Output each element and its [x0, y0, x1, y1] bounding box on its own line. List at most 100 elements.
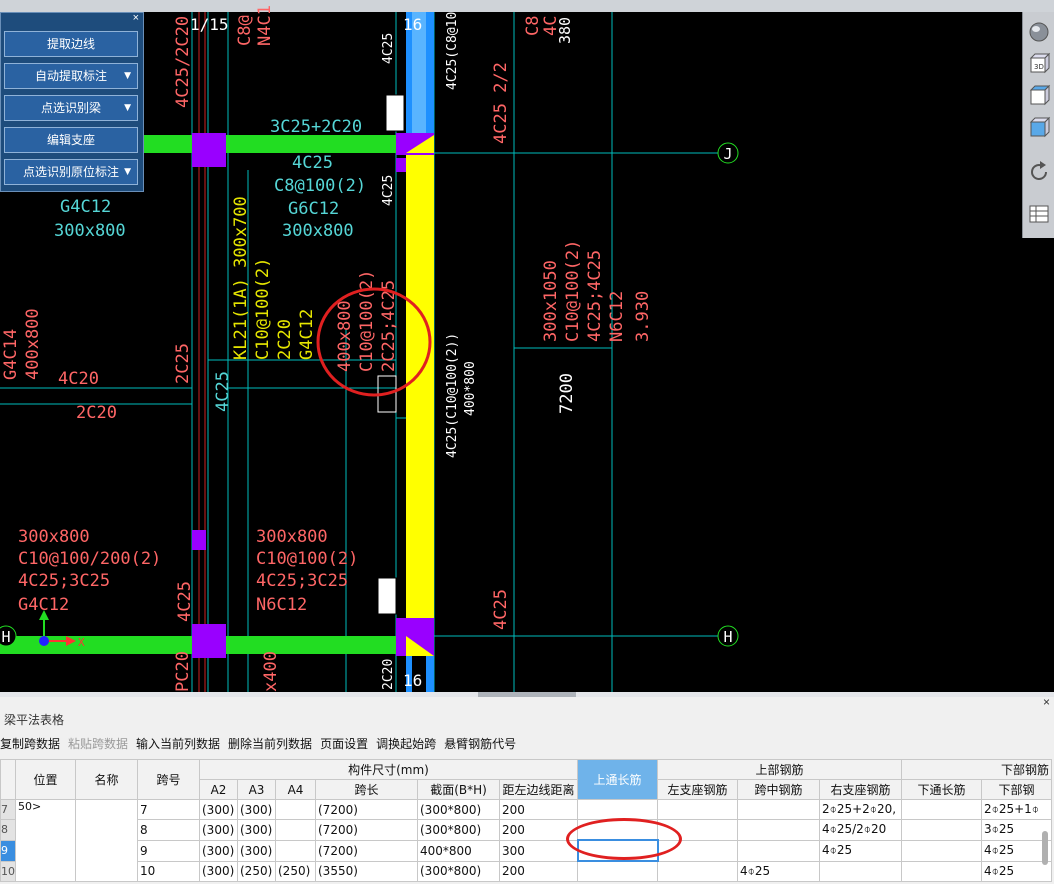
table-cell[interactable]: (300) — [199, 839, 238, 862]
cube-top-icon[interactable] — [1027, 84, 1051, 108]
auto-extract-annotation-button[interactable]: 自动提取标注 ▼ — [4, 63, 138, 89]
table-scrollbar[interactable] — [1040, 829, 1050, 884]
table-cell[interactable] — [901, 860, 982, 882]
column-header[interactable]: 跨中钢筋 — [737, 779, 820, 800]
table-cell[interactable]: 4⌽25 — [819, 839, 902, 862]
column-header[interactable]: A2 — [199, 779, 238, 800]
top-through-edit-cell[interactable] — [576, 839, 659, 862]
table-cell[interactable] — [737, 839, 820, 862]
axis-bubble-h-right[interactable]: H — [717, 625, 739, 647]
table-cell[interactable]: 2⌽25+2⌽20, — [819, 799, 902, 820]
column-magenta[interactable] — [192, 530, 206, 550]
table-cell[interactable] — [657, 839, 738, 862]
table-cell[interactable]: 400*800 — [417, 839, 500, 862]
table-cell[interactable]: 200 — [499, 819, 578, 841]
column-header[interactable]: 跨长 — [315, 779, 418, 800]
table-cell[interactable]: 4⌽25 — [737, 860, 820, 882]
row-index[interactable]: 7 — [0, 799, 16, 820]
table-cell[interactable]: (300) — [237, 799, 276, 820]
rotate-icon[interactable] — [1027, 160, 1051, 184]
dropdown-arrow-icon[interactable]: ▼ — [124, 96, 131, 120]
extract-edge-button[interactable]: 提取边线 — [4, 31, 138, 57]
table-cell[interactable] — [901, 819, 982, 841]
table-cell[interactable]: 10 — [137, 860, 200, 882]
selected-beam-yellow[interactable] — [406, 153, 434, 636]
table-cell[interactable]: 300 — [499, 839, 578, 862]
table-cell[interactable]: (7200) — [315, 819, 418, 841]
table-cell[interactable] — [275, 819, 316, 841]
dropdown-arrow-icon[interactable]: ▼ — [124, 160, 131, 184]
row-index[interactable]: 9 — [0, 839, 16, 862]
table-cell[interactable]: (300) — [237, 819, 276, 841]
axis-bubble-h-left[interactable]: H — [0, 625, 17, 647]
column-header[interactable]: 左支座钢筋 — [657, 779, 738, 800]
delete-column-data-button[interactable]: 删除当前列数据 — [228, 737, 312, 751]
table-cell[interactable] — [819, 860, 902, 882]
table-cell[interactable]: (300) — [237, 839, 276, 862]
scrollbar-thumb[interactable] — [1042, 831, 1048, 865]
layer-table-icon[interactable] — [1027, 202, 1051, 226]
table-cell[interactable]: 2⌽25+1⌽ — [981, 799, 1052, 820]
column-header[interactable]: 右支座钢筋 — [819, 779, 902, 800]
table-cell[interactable] — [737, 819, 820, 841]
table-cell[interactable]: (250) — [275, 860, 316, 882]
table-cell[interactable] — [901, 839, 982, 862]
table-cell[interactable]: 7 — [137, 799, 200, 820]
copy-span-data-button[interactable]: 复制跨数据 — [0, 737, 60, 751]
panel-close-icon[interactable]: × — [1043, 695, 1050, 709]
dropdown-arrow-icon[interactable]: ▼ — [124, 64, 131, 88]
table-cell[interactable] — [657, 819, 738, 841]
table-row-selected[interactable]: 9 9 (300) (300) (7200) 400*800 300 4⌽25 … — [0, 839, 1052, 862]
column-header[interactable]: 下通长筋 — [901, 779, 982, 800]
name-cell[interactable] — [75, 799, 138, 882]
column-header[interactable]: 跨号 — [137, 759, 200, 800]
column-header[interactable]: 距左边线距离 — [499, 779, 578, 800]
table-cell[interactable]: (300*800) — [417, 819, 500, 841]
table-cell[interactable] — [577, 799, 658, 820]
position-cell[interactable]: 50> — [15, 799, 76, 882]
table-cell[interactable] — [737, 799, 820, 820]
table-cell[interactable] — [275, 839, 316, 862]
table-row[interactable]: 7 50> 7 (300) (300) (7200) (300*800) 200… — [0, 799, 1052, 882]
panel-close-icon[interactable]: × — [133, 12, 139, 24]
view-3d-icon[interactable]: 3D — [1027, 52, 1051, 76]
table-row[interactable]: 8 8 (300) (300) (7200) (300*800) 200 4⌽2… — [0, 819, 1052, 841]
cantilever-rebar-code-button[interactable]: 悬臂钢筋代号 — [444, 737, 516, 751]
table-cell[interactable] — [657, 860, 738, 882]
table-cell[interactable]: 4⌽25/2⌽20 — [819, 819, 902, 841]
table-cell[interactable]: (300*800) — [417, 860, 500, 882]
table-cell[interactable]: (7200) — [315, 839, 418, 862]
swap-start-span-button[interactable]: 调换起始跨 — [376, 737, 436, 751]
column-header[interactable]: 位置 — [15, 759, 76, 800]
table-cell[interactable] — [577, 860, 658, 882]
table-cell[interactable]: (3550) — [315, 860, 418, 882]
column-magenta[interactable] — [396, 158, 406, 172]
column-header[interactable]: A4 — [275, 779, 316, 800]
pick-identify-in-situ-button[interactable]: 点选识别原位标注 ▼ — [4, 159, 138, 185]
column-header[interactable]: A3 — [237, 779, 276, 800]
table-cell[interactable] — [275, 799, 316, 820]
row-index[interactable]: 8 — [0, 819, 16, 841]
table-cell[interactable]: (300*800) — [417, 799, 500, 820]
table-cell[interactable]: 200 — [499, 860, 578, 882]
table-cell[interactable]: 9 — [137, 839, 200, 862]
row-index[interactable]: 10 — [0, 860, 16, 882]
render-sphere-icon[interactable] — [1027, 20, 1051, 44]
table-cell[interactable] — [577, 819, 658, 841]
beam-green-top[interactable] — [144, 135, 406, 153]
cad-drawing-canvas[interactable]: J H H 1/15 16 16 X C8@ N4C1 4C25/2C20 3C… — [0, 0, 1054, 692]
column-header[interactable]: 下部钢 — [981, 779, 1052, 800]
input-column-data-button[interactable]: 输入当前列数据 — [136, 737, 220, 751]
column-magenta[interactable] — [192, 133, 226, 167]
table-row[interactable]: 10 10 (300) (250) (250) (3550) (300*800)… — [0, 860, 1052, 882]
cube-front-icon[interactable] — [1027, 116, 1051, 140]
table-cell[interactable]: 200 — [499, 799, 578, 820]
edit-support-button[interactable]: 编辑支座 — [4, 127, 138, 153]
paste-span-data-button[interactable]: 粘贴跨数据 — [68, 737, 128, 751]
column-magenta[interactable] — [192, 624, 226, 658]
table-cell[interactable]: (300) — [199, 819, 238, 841]
table-cell[interactable]: (250) — [237, 860, 276, 882]
pick-identify-beam-button[interactable]: 点选识别梁 ▼ — [4, 95, 138, 121]
table-cell[interactable]: (300) — [199, 799, 238, 820]
page-setup-button[interactable]: 页面设置 — [320, 737, 368, 751]
